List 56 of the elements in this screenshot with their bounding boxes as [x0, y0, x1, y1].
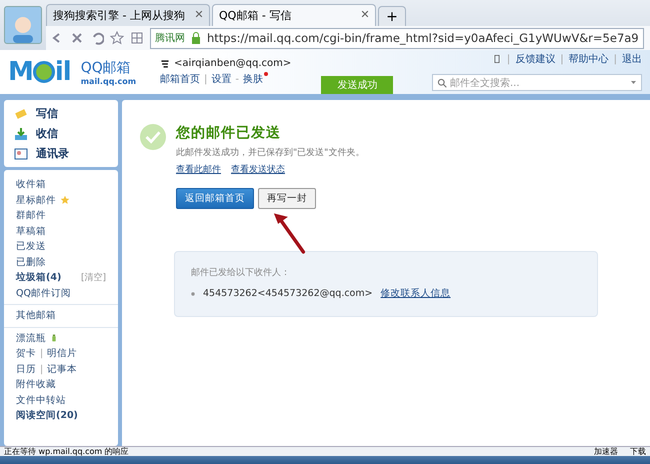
header-link[interactable]: 退出	[622, 52, 642, 66]
separator: -	[235, 74, 240, 84]
view-link[interactable]: 查看发送状态	[231, 163, 285, 176]
sidebar-action[interactable]: 写信	[14, 106, 108, 121]
site-label: 腾讯网	[155, 32, 185, 45]
sidebar-action[interactable]: 收信	[14, 126, 108, 141]
nav-link[interactable]: 邮箱首页	[160, 72, 200, 86]
logo-text: M	[8, 57, 33, 87]
status-text: 正在等待 wp.mail.qq.com 的响应	[4, 447, 129, 456]
brand-url: mail.qq.com	[80, 76, 136, 86]
separator: |	[614, 54, 617, 64]
folder-link[interactable]: 其他邮箱	[16, 309, 56, 322]
recipients-title: 邮件已发给以下收件人：	[191, 266, 291, 279]
separator: |	[204, 74, 208, 84]
recipient-address: 454573262<454573262@qq.com>	[203, 288, 373, 299]
folder-link[interactable]: 收件箱	[16, 178, 46, 192]
folder-link[interactable]: 已发送	[16, 240, 46, 254]
status-item[interactable]: 下载	[630, 447, 646, 456]
folder-link[interactable]: QQ邮件订阅	[16, 286, 71, 300]
sidebar-action[interactable]: 通讯录	[14, 146, 108, 161]
folder-link[interactable]: 已删除	[16, 256, 46, 269]
nav-link[interactable]: 设置	[211, 72, 232, 86]
folder-link[interactable]: 记事本	[47, 362, 78, 376]
success-title: 您的邮件已发送	[176, 124, 282, 142]
header-link[interactable]: 反馈建议	[515, 52, 556, 66]
folder-link[interactable]: 阅读空间(20)	[16, 409, 78, 422]
header-link[interactable]: 帮助中心	[568, 52, 609, 66]
address-bar[interactable]: 腾讯网 https://mail.qq.com/cgi-bin/frame_html?sid=y0aAfeci_G1yWUwV&r=5e7a9	[150, 28, 644, 48]
view-link[interactable]: 查看此邮件	[176, 163, 221, 176]
folder-link[interactable]: 群邮件	[16, 209, 46, 222]
folder-link[interactable]: 垃圾箱(4)	[16, 271, 62, 284]
folder-link[interactable]: 日历	[16, 362, 36, 376]
edit-contact-link[interactable]: 修改联系人信息	[380, 287, 451, 300]
browser-tab[interactable]: QQ邮箱 - 写信	[212, 4, 376, 26]
folder-link[interactable]: 漂流瓶	[16, 332, 46, 345]
browser-tab[interactable]: 搜狗搜索引擎 - 上网从搜狗	[46, 4, 210, 26]
logo-text: il	[54, 57, 71, 87]
status-item[interactable]: 加速器	[594, 447, 618, 456]
separator: |	[40, 348, 44, 360]
folder-link[interactable]: 草稿箱	[16, 224, 46, 238]
folder-link[interactable]: 贺卡	[16, 347, 36, 360]
separator: |	[40, 364, 44, 375]
new-tab-button[interactable]: +	[378, 6, 406, 26]
brand-name: QQ邮箱	[80, 58, 132, 76]
folder-link[interactable]: 附件收藏	[16, 378, 56, 392]
folder-link[interactable]: 明信片	[47, 347, 78, 360]
separator: |	[506, 54, 510, 64]
account-email[interactable]: <airqianben@qq.com>	[174, 58, 292, 69]
notice-banner: 发送成功	[321, 76, 394, 94]
success-message: 此邮件发送成功，并已保存到"已发送"文件夹。	[176, 146, 364, 159]
primary-button[interactable]: 返回邮箱首页	[176, 188, 254, 209]
separator: |	[560, 54, 564, 64]
nav-link[interactable]: 换肤	[243, 72, 264, 86]
folder-link[interactable]: 星标邮件	[16, 194, 56, 207]
folder-link[interactable]: 文件中转站	[16, 394, 66, 407]
secondary-button[interactable]: 再写一封	[258, 188, 316, 209]
